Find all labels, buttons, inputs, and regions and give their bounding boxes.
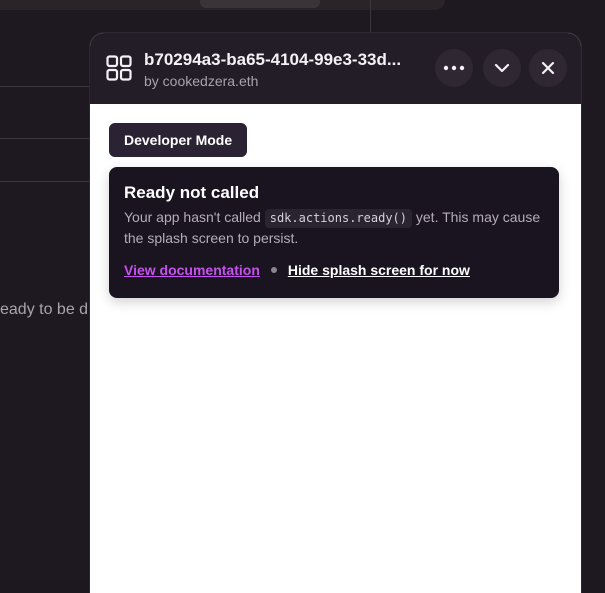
host-divider [0,86,90,87]
host-divider [0,138,90,139]
close-icon [541,61,555,75]
host-status-text: eady to be d [0,301,88,319]
collapse-button[interactable] [483,49,521,87]
notice-body: Your app hasn't called sdk.actions.ready… [124,207,544,249]
app-author: by cookedzera.eth [144,73,258,89]
host-divider [0,181,90,182]
grid-icon [106,55,132,81]
host-right-edge [581,0,605,581]
notice-actions: View documentation Hide splash screen fo… [124,262,470,278]
separator-dot [271,267,277,273]
more-options-button[interactable] [435,49,473,87]
chevron-down-icon [494,63,510,73]
ready-not-called-notice: Ready not called Your app hasn't called … [109,167,559,298]
notice-body-prefix: Your app hasn't called [124,209,265,225]
host-top-button[interactable] [200,0,320,8]
notice-code-snippet: sdk.actions.ready() [265,209,412,228]
notice-title: Ready not called [124,183,259,203]
view-documentation-link[interactable]: View documentation [124,262,260,278]
more-horizontal-icon [443,65,465,71]
mini-app-header: b70294a3-ba65-4104-99e3-33d... by cooked… [90,33,581,104]
mini-app-frame: b70294a3-ba65-4104-99e3-33d... by cooked… [90,33,581,593]
app-title: b70294a3-ba65-4104-99e3-33d... [144,50,434,70]
close-button[interactable] [529,49,567,87]
hide-splash-screen-link[interactable]: Hide splash screen for now [288,262,470,278]
developer-mode-badge[interactable]: Developer Mode [109,123,247,157]
